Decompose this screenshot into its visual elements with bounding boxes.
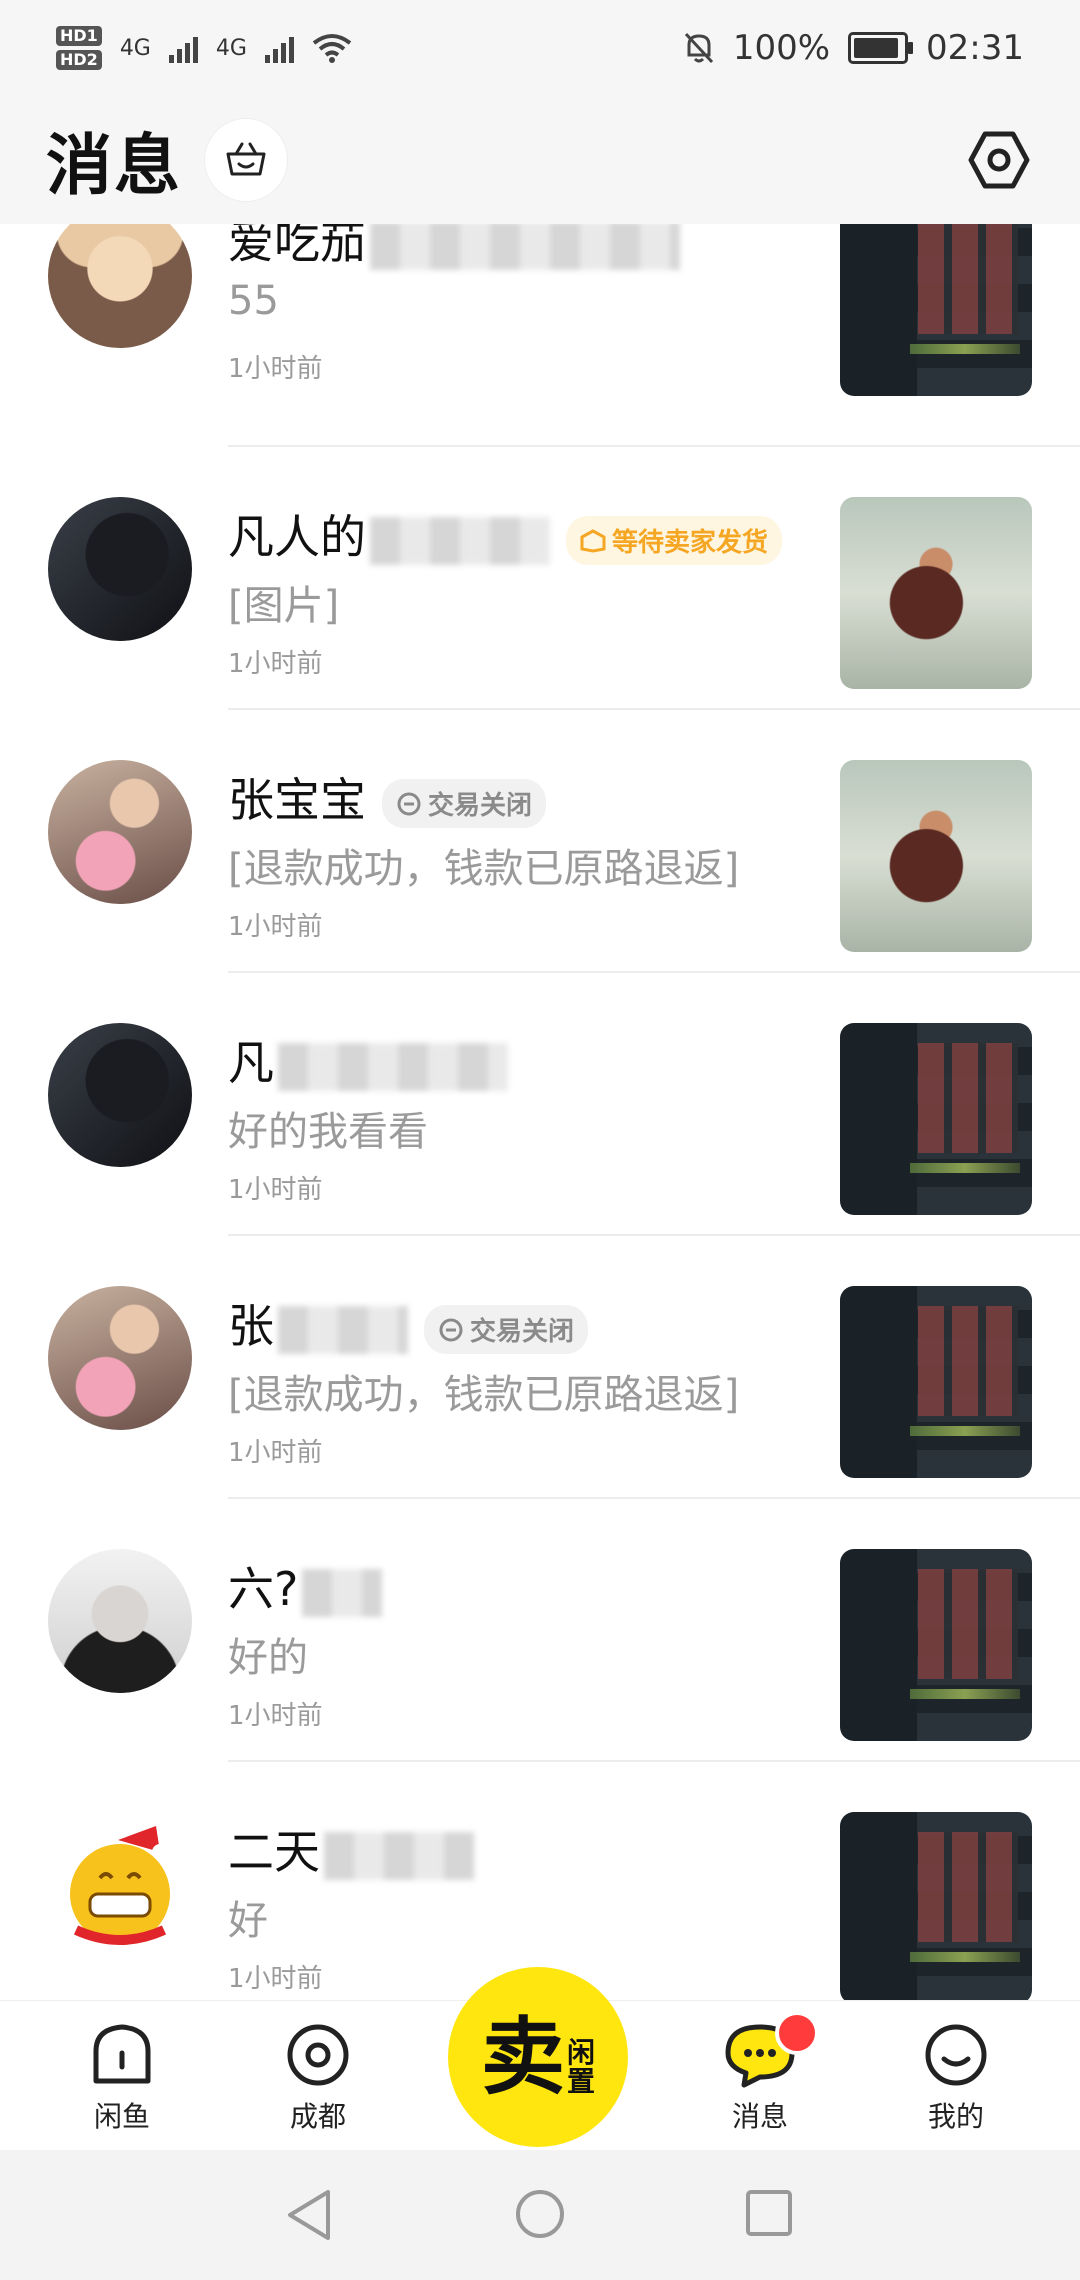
- item-thumbnail[interactable]: [840, 224, 1032, 396]
- message-list[interactable]: 爱吃茄 55 1小时前 凡人的 等待卖家发货 [图片] 1小时前 张宝宝 交易关闭 …: [0, 224, 1080, 2000]
- tab-mine[interactable]: 我的: [896, 2021, 1016, 2135]
- settings-icon: [968, 131, 1030, 189]
- package-icon: [580, 528, 606, 553]
- avatar[interactable]: [48, 760, 192, 904]
- battery-percent: 100%: [732, 28, 831, 68]
- closed-icon: [439, 1318, 463, 1341]
- mute-bell-icon: [684, 32, 713, 64]
- message-time: 1小时前: [228, 649, 323, 679]
- contact-name: 凡: [228, 1027, 508, 1093]
- message-row[interactable]: 张交易关闭 [退款成功，钱款已原路退返] 1小时前: [0, 1236, 1080, 1499]
- message-time: 1小时前: [228, 1438, 323, 1468]
- message-time: 1小时前: [228, 1964, 323, 1994]
- sell-main-label: 卖: [480, 2008, 565, 2106]
- sell-sub-1: 闲: [567, 2035, 596, 2069]
- basket-button[interactable]: [204, 118, 288, 202]
- contact-name: 凡人的 等待卖家发货: [228, 501, 783, 567]
- message-row[interactable]: 二天 好 1小时前: [0, 1762, 1080, 2000]
- hd2-label: HD2: [56, 50, 102, 70]
- item-thumbnail[interactable]: [840, 1549, 1032, 1741]
- battery-icon: [848, 32, 914, 64]
- item-thumbnail[interactable]: [840, 760, 1032, 952]
- bottom-nav: 闲鱼 成都 卖 闲 置 消息 我的: [0, 1967, 1080, 2151]
- item-thumbnail[interactable]: [840, 1023, 1032, 1215]
- contact-name: 六?: [228, 1553, 383, 1619]
- hd1-label: HD1: [56, 26, 102, 46]
- avatar[interactable]: [48, 1549, 192, 1693]
- order-status-badge: 交易关闭: [424, 1305, 589, 1354]
- avatar[interactable]: [48, 224, 192, 348]
- tab-city-label: 成都: [289, 2100, 346, 2133]
- page-title: 消息: [46, 127, 182, 204]
- basket-icon: [226, 142, 266, 176]
- message-preview: 好的我看看: [228, 1109, 428, 1155]
- message-row[interactable]: 凡人的 等待卖家发货 [图片] 1小时前: [0, 447, 1080, 710]
- message-preview: 好的: [228, 1635, 308, 1681]
- message-preview: 55: [228, 278, 279, 324]
- item-thumbnail[interactable]: [840, 1812, 1032, 2000]
- sell-sub-2: 置: [567, 2065, 596, 2098]
- message-time: 1小时前: [228, 1175, 323, 1205]
- title-group: 消息: [46, 112, 288, 208]
- avatar[interactable]: [48, 497, 192, 641]
- tab-home[interactable]: 闲鱼: [62, 2021, 182, 2135]
- avatar[interactable]: [48, 1023, 192, 1167]
- hd-indicator: HD1 HD2: [56, 24, 102, 72]
- status-left: HD1 HD2 4G 4G: [56, 24, 352, 72]
- home-icon: [93, 2024, 151, 2084]
- contact-name: 爱吃茄: [228, 224, 680, 272]
- order-status-badge: 等待卖家发货: [566, 516, 783, 565]
- contact-name: 张交易关闭: [228, 1290, 589, 1356]
- signal-icon-2: [264, 33, 294, 63]
- message-preview: 好: [228, 1898, 268, 1944]
- message-row[interactable]: 六? 好的 1小时前: [0, 1499, 1080, 1762]
- order-status-badge: 交易关闭: [382, 779, 547, 828]
- contact-name: 张宝宝 交易关闭: [228, 764, 547, 830]
- message-time: 1小时前: [228, 354, 323, 384]
- message-row[interactable]: 张宝宝 交易关闭 [退款成功，钱款已原路退返] 1小时前: [0, 710, 1080, 973]
- item-thumbnail[interactable]: [840, 497, 1032, 689]
- location-icon: [287, 2024, 349, 2086]
- redacted-name: [278, 1305, 408, 1354]
- avatar[interactable]: [48, 1812, 192, 1956]
- message-row[interactable]: 凡 好的我看看 1小时前: [0, 973, 1080, 1236]
- redacted-name: [324, 1831, 474, 1880]
- item-thumbnail[interactable]: [840, 1286, 1032, 1478]
- tab-city[interactable]: 成都: [258, 2021, 378, 2135]
- smile-icon: [925, 2024, 987, 2086]
- avatar[interactable]: [48, 1286, 192, 1430]
- signal-icon: [168, 33, 198, 63]
- contact-name: 二天: [228, 1816, 474, 1882]
- message-time: 1小时前: [228, 1701, 323, 1731]
- message-preview: [退款成功，钱款已原路退返]: [228, 1372, 740, 1418]
- redacted-name: [370, 224, 680, 270]
- status-bar: HD1 HD2 4G 4G 100% 02:31: [0, 0, 1080, 96]
- redacted-name: [370, 516, 550, 565]
- redacted-name: [302, 1568, 383, 1617]
- tab-messages-label: 消息: [731, 2100, 788, 2133]
- tab-mine-label: 我的: [927, 2100, 984, 2133]
- message-time: 1小时前: [228, 912, 323, 942]
- redacted-name: [278, 1042, 508, 1091]
- sell-sub-label: 闲 置: [567, 2035, 596, 2098]
- wifi-icon: [312, 34, 352, 63]
- back-icon[interactable]: [284, 2188, 334, 2242]
- clock: 02:31: [926, 28, 1024, 68]
- network-type-1: 4G: [119, 35, 151, 61]
- emoji-avatar-icon: [70, 1826, 170, 1945]
- status-right: 100% 02:31: [683, 28, 1024, 68]
- message-row[interactable]: 爱吃茄 55 1小时前: [0, 224, 1080, 447]
- recents-icon[interactable]: [744, 2188, 794, 2238]
- tab-home-label: 闲鱼: [93, 2100, 150, 2133]
- network-type-2: 4G: [215, 35, 247, 61]
- home-circle-icon[interactable]: [514, 2188, 566, 2240]
- settings-button[interactable]: [964, 125, 1034, 195]
- message-preview: [图片]: [228, 583, 340, 629]
- message-preview: [退款成功，钱款已原路退返]: [228, 846, 740, 892]
- page-header: 消息: [0, 96, 1080, 224]
- closed-icon: [397, 792, 421, 815]
- notification-dot: [775, 2011, 819, 2055]
- sell-button[interactable]: 卖 闲 置: [448, 1967, 628, 2147]
- system-nav-bar: [0, 2150, 1080, 2280]
